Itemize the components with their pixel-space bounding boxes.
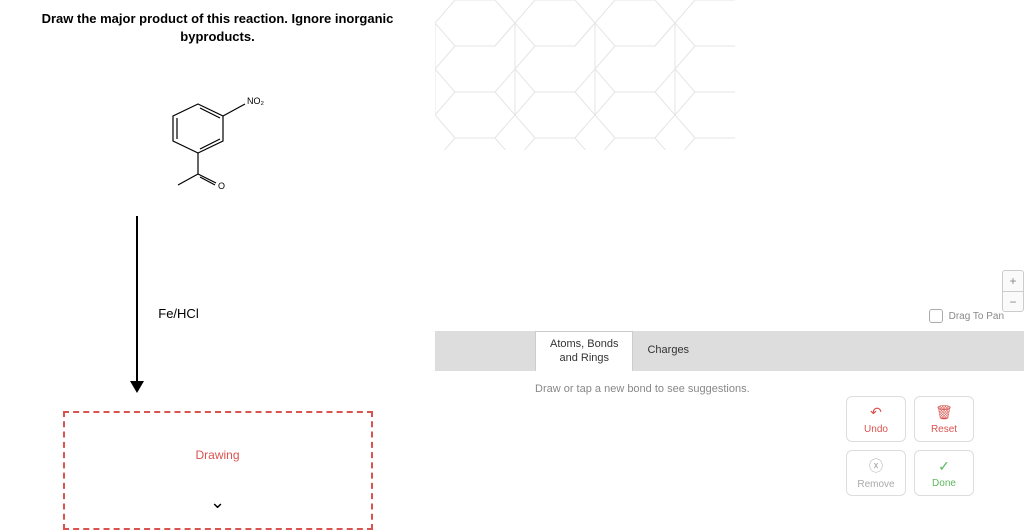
question-panel: Draw the major product of this reaction.… <box>0 0 435 521</box>
done-button[interactable]: ✓ Done <box>914 450 974 496</box>
undo-button[interactable]: ↶ Undo <box>846 396 906 442</box>
tool-tabs: Atoms, Bonds and Rings Charges <box>435 331 1024 371</box>
action-buttons: ↶ Undo 🗑 Reset ⓧ Remove ✓ Done <box>846 396 974 496</box>
drawing-label: Drawing <box>195 448 239 462</box>
undo-icon: ↶ <box>870 404 882 421</box>
check-icon: ✓ <box>938 458 950 475</box>
canvas-hint: Draw or tap a new bond to see suggestion… <box>435 371 1024 395</box>
bottom-area: Draw or tap a new bond to see suggestion… <box>435 371 1024 521</box>
editor-panel: Drag To Pan + − Atoms, Bonds and Rings C… <box>435 0 1024 521</box>
tab-charges[interactable]: Charges <box>633 331 703 371</box>
zoom-control: + − <box>1002 270 1024 312</box>
zoom-out-button[interactable]: − <box>1003 291 1023 311</box>
reaction-arrow-icon <box>136 216 138 391</box>
drag-to-pan-hint: Drag To Pan <box>929 309 1004 323</box>
reagent-label: Fe/HCl <box>158 306 198 321</box>
hex-grid-background <box>435 0 735 150</box>
no2-label: NO₂ <box>247 96 265 106</box>
remove-icon: ⓧ <box>869 456 883 476</box>
reaction-arrow-row: Fe/HCl <box>136 216 198 391</box>
chemistry-block: NO₂ O Fe/HCl Drawing ⌄ <box>30 86 405 530</box>
drawing-canvas[interactable]: Drag To Pan + − <box>435 0 1024 331</box>
trash-icon: 🗑 <box>935 404 953 421</box>
question-text: Draw the major product of this reaction.… <box>30 10 405 46</box>
zoom-in-button[interactable]: + <box>1003 271 1023 291</box>
reactant-molecule: NO₂ O <box>153 86 283 196</box>
remove-button[interactable]: ⓧ Remove <box>846 450 906 496</box>
drawing-dropzone[interactable]: Drawing ⌄ <box>63 411 373 530</box>
hand-icon <box>929 309 943 323</box>
tab-atoms-bonds-rings[interactable]: Atoms, Bonds and Rings <box>535 331 633 371</box>
o-label: O <box>218 181 225 191</box>
reset-button[interactable]: 🗑 Reset <box>914 396 974 442</box>
chevron-down-icon[interactable]: ⌄ <box>210 492 225 513</box>
